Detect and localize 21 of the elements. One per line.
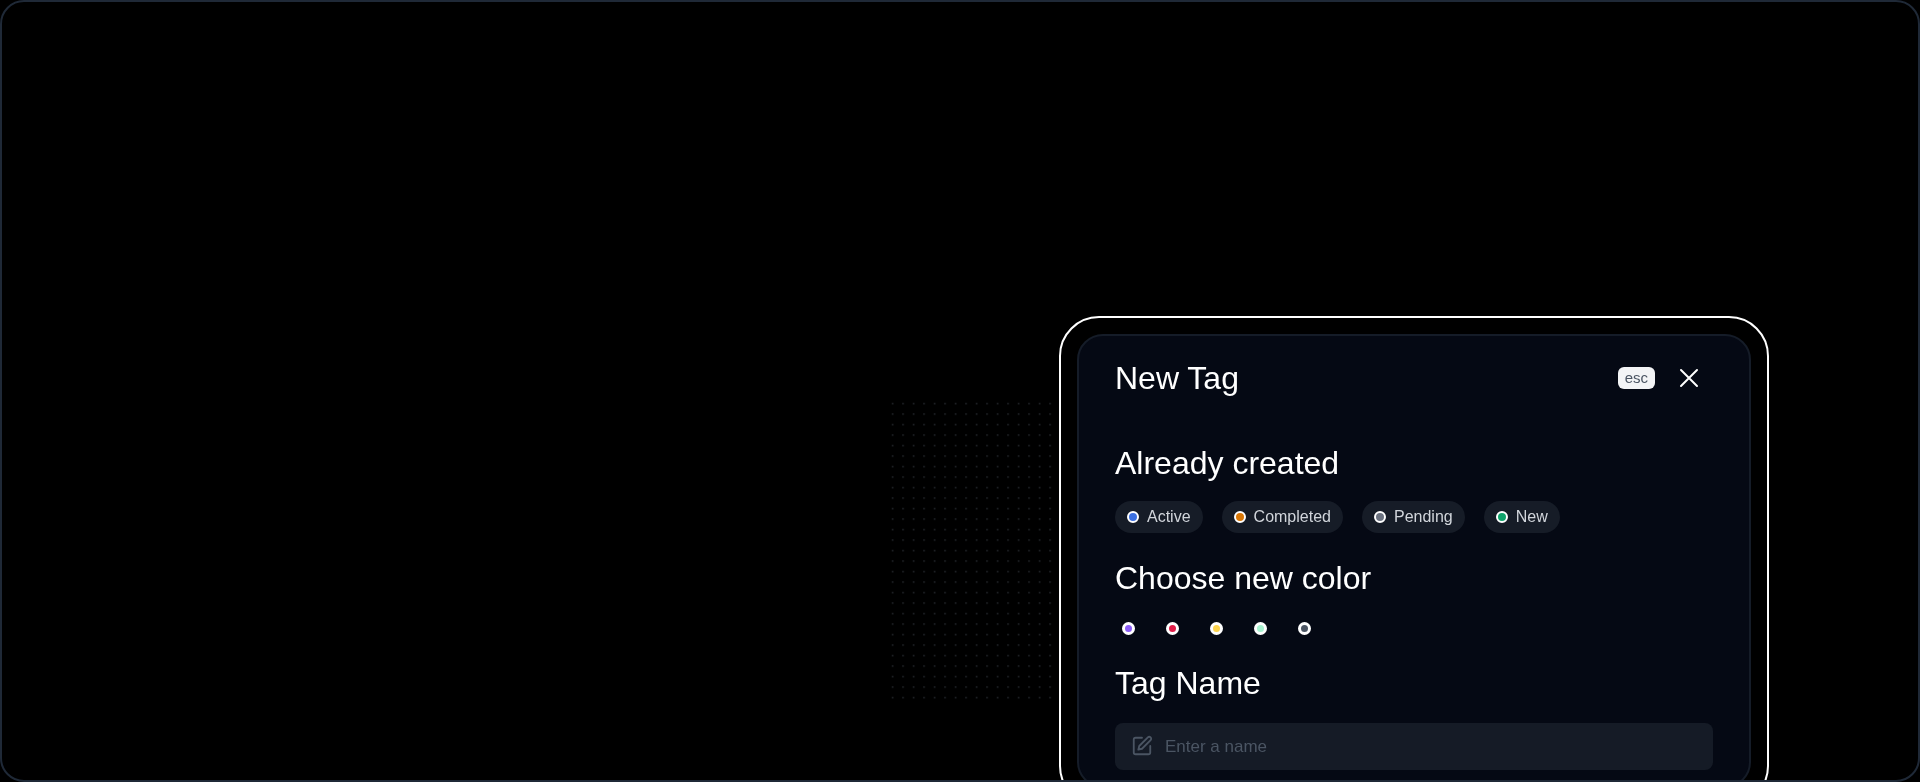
close-icon[interactable]: [1677, 366, 1701, 390]
tag-label: Pending: [1393, 507, 1453, 527]
dialog-title: New Tag: [1115, 359, 1239, 398]
tag-label: New: [1515, 507, 1548, 527]
tag-label: Completed: [1253, 507, 1331, 527]
section-heading: Tag Name: [1115, 664, 1262, 703]
section-heading: Choose new color: [1115, 559, 1373, 598]
color-swatch[interactable]: [1122, 622, 1135, 635]
color-swatch[interactable]: [1210, 622, 1223, 635]
tag-chip[interactable]: Completed: [1221, 501, 1343, 533]
tag-label: Active: [1147, 507, 1191, 527]
color-swatch[interactable]: [1254, 622, 1267, 635]
color-swatch[interactable]: [1298, 622, 1311, 635]
tag-name-field[interactable]: Enter a name: [1115, 723, 1713, 770]
esc-key-badge: esc: [1617, 367, 1655, 389]
color-swatch[interactable]: [1166, 622, 1179, 635]
tag-chip[interactable]: Active: [1115, 501, 1203, 533]
tag-chip[interactable]: Pending: [1361, 501, 1465, 533]
edit-icon: [1131, 735, 1153, 757]
section-heading: Already created: [1115, 444, 1341, 483]
tag-chip[interactable]: New: [1483, 501, 1560, 533]
